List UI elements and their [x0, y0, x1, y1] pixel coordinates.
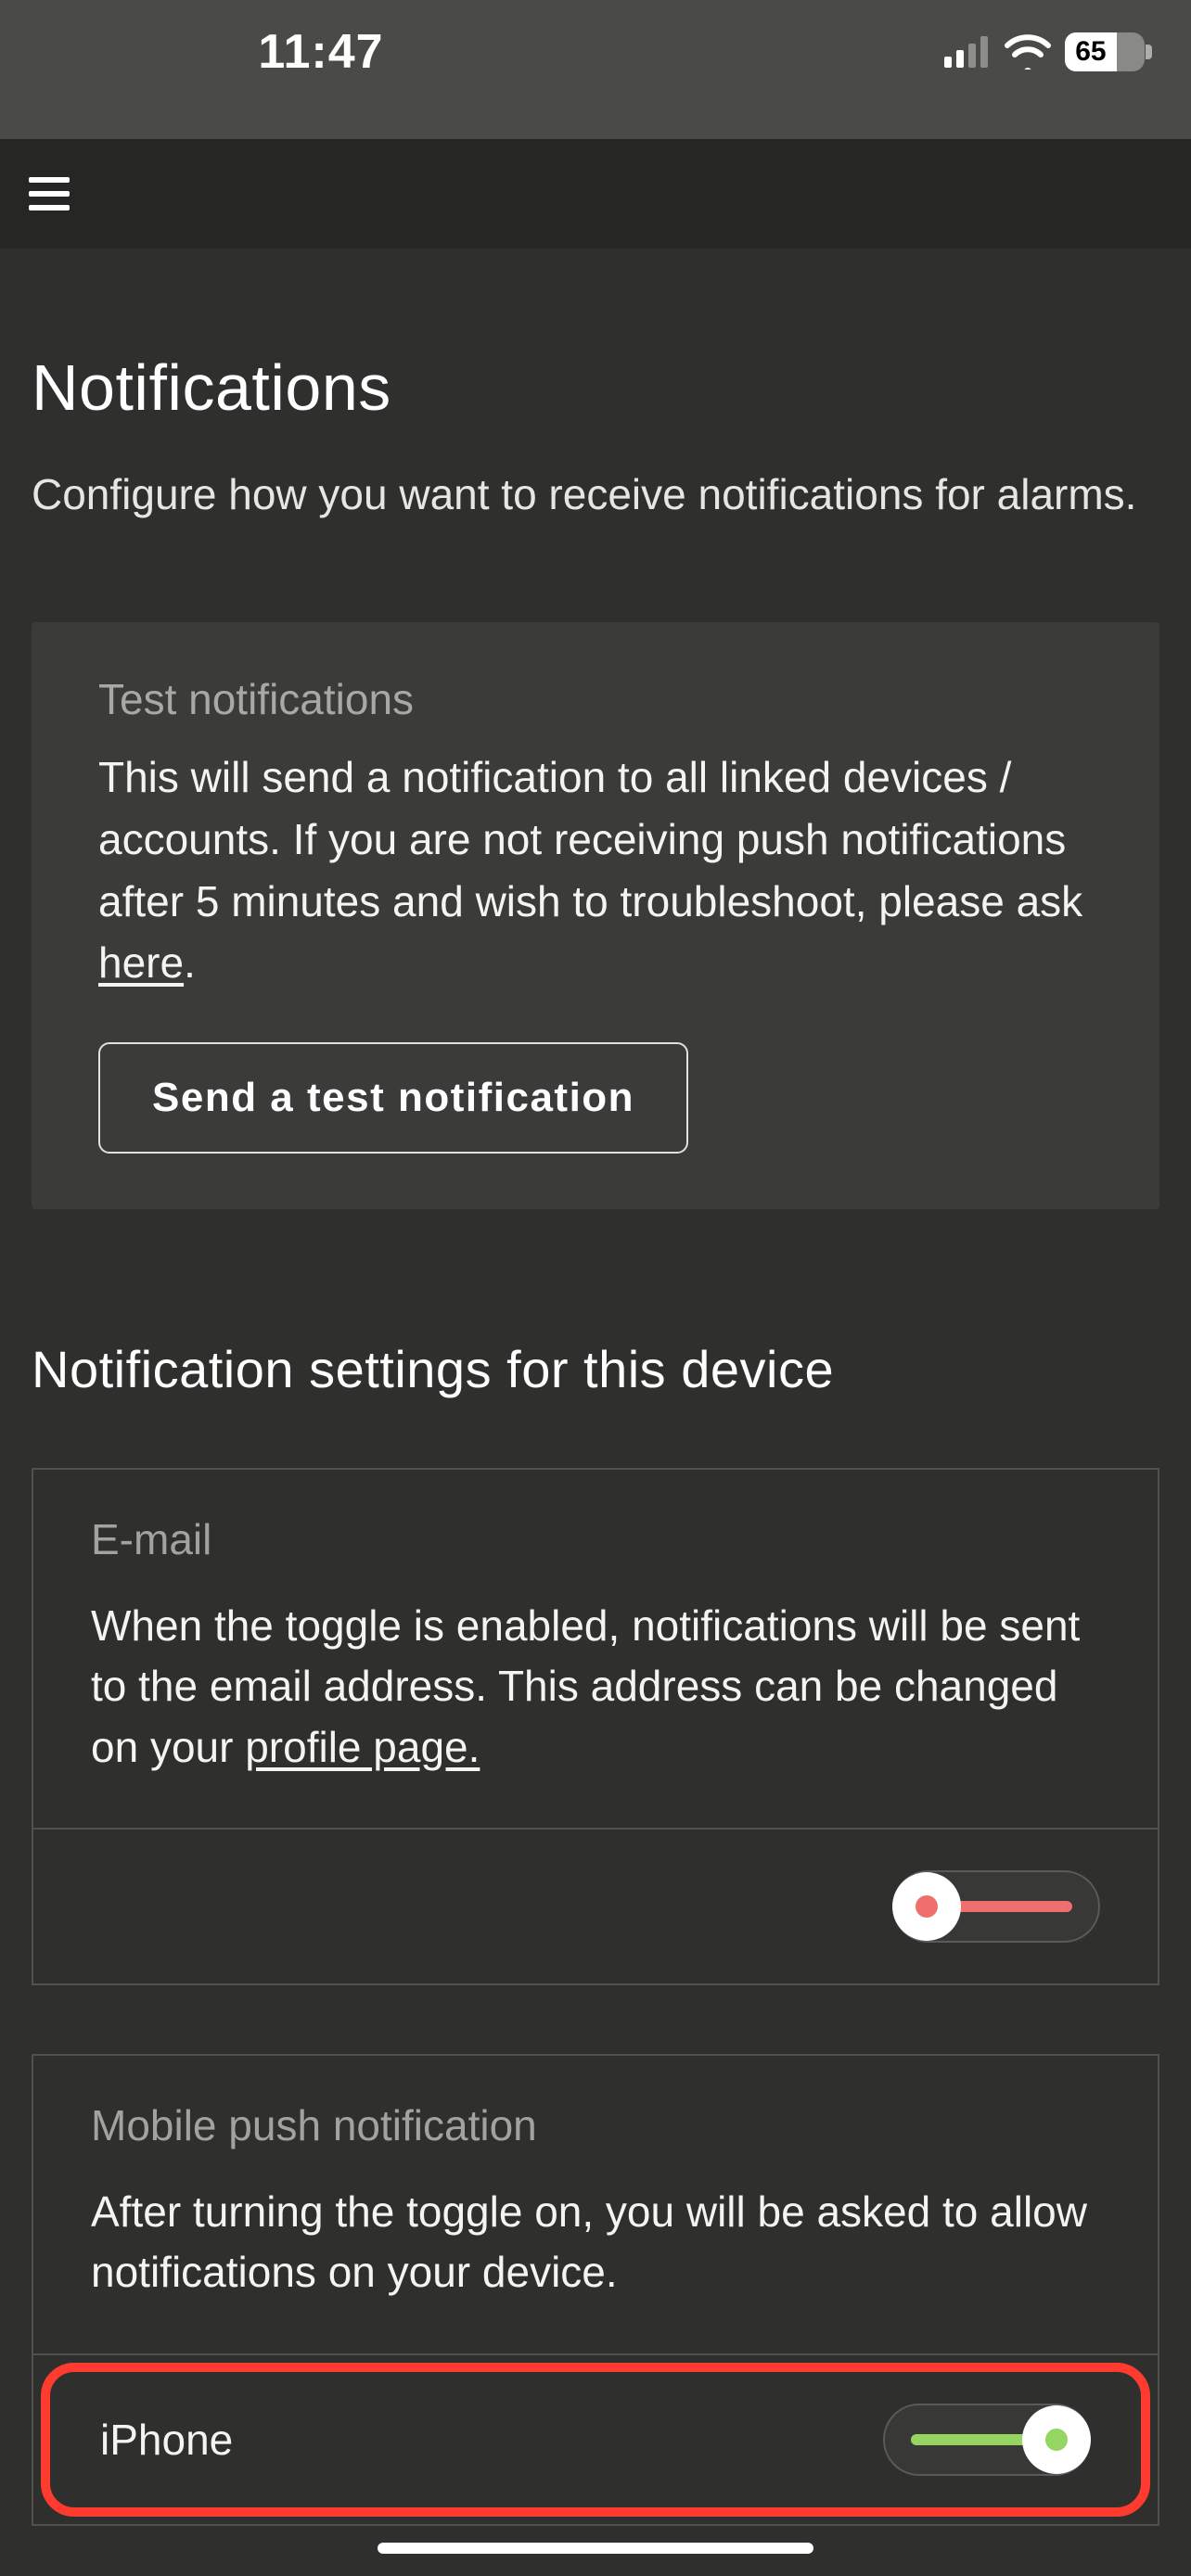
card-body: This will send a notification to all lin… [98, 746, 1093, 994]
send-test-notification-button[interactable]: Send a test notification [98, 1042, 688, 1154]
cellular-icon [944, 36, 991, 68]
wifi-icon [1004, 34, 1052, 70]
email-toggle-row [33, 1830, 1158, 1983]
card-body-text-after: . [184, 938, 196, 987]
card-title: Test notifications [98, 674, 1093, 724]
email-panel: E-mail When the toggle is enabled, notif… [32, 1468, 1159, 1985]
app-header [0, 139, 1191, 249]
status-time: 11:47 [258, 24, 383, 80]
iphone-toggle-row-highlight: iPhone [41, 2363, 1150, 2517]
panel-title: Mobile push notification [91, 2100, 1100, 2150]
card-body-text: This will send a notification to all lin… [98, 753, 1082, 925]
page-subtitle: Configure how you want to receive notifi… [32, 469, 1159, 520]
test-notifications-card: Test notifications This will send a noti… [32, 622, 1159, 1209]
panel-body: After turning the toggle on, you will be… [91, 2182, 1100, 2303]
battery-level: 65 [1065, 32, 1117, 71]
menu-icon[interactable] [26, 171, 72, 217]
troubleshoot-link[interactable]: here [98, 938, 184, 987]
page-content: Notifications Configure how you want to … [0, 249, 1191, 2526]
email-toggle[interactable] [892, 1870, 1100, 1943]
section-title: Notification settings for this device [32, 1339, 1159, 1399]
panel-body-text: When the toggle is enabled, notification… [91, 1601, 1080, 1771]
profile-page-link[interactable]: profile page. [245, 1723, 480, 1771]
panel-title: E-mail [91, 1514, 1100, 1564]
battery-icon: 65 [1065, 32, 1145, 71]
iphone-push-toggle[interactable] [883, 2404, 1091, 2476]
home-indicator[interactable] [378, 2543, 813, 2554]
push-panel: Mobile push notification After turning t… [32, 2054, 1159, 2526]
iphone-toggle-label: iPhone [100, 2415, 233, 2465]
status-bar: 11:47 65 [0, 0, 1191, 139]
page-title: Notifications [32, 351, 1159, 425]
panel-body: When the toggle is enabled, notification… [91, 1596, 1100, 1778]
